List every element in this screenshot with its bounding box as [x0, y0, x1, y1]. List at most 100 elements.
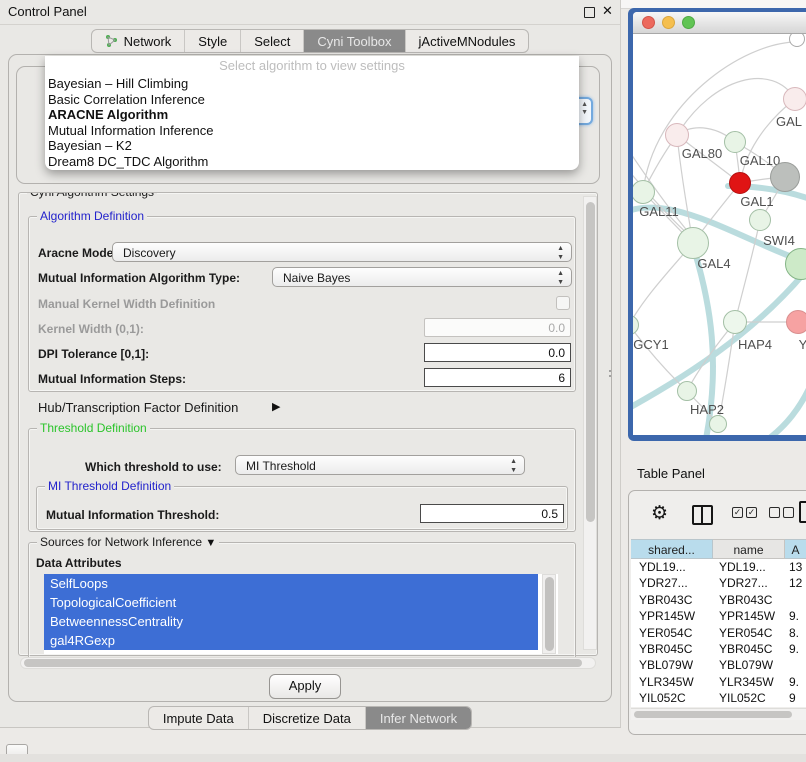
tab-select[interactable]: Select	[241, 30, 304, 52]
network-node-label: GAL4	[697, 256, 730, 271]
data-attribute-item[interactable]: BetweennessCentrality	[44, 612, 538, 631]
split-columns-icon[interactable]	[692, 505, 713, 525]
zoom-light-icon[interactable]	[682, 16, 695, 29]
tab-cyni-toolbox[interactable]: Cyni Toolbox	[304, 30, 405, 52]
scrollbar-thumb[interactable]	[24, 659, 582, 667]
select-all-checkboxes-icon[interactable]: ✓	[746, 507, 757, 518]
which-threshold-label: Which threshold to use:	[85, 460, 222, 474]
algorithm-option[interactable]: Mutual Information Inference	[45, 123, 579, 139]
network-node-gal[interactable]	[783, 87, 806, 111]
float-panel-icon[interactable]	[584, 7, 595, 18]
table-cell: YER054C	[631, 625, 713, 641]
table-cell: YBR045C	[713, 641, 785, 657]
network-node-y[interactable]	[786, 310, 806, 334]
mi-steps-input[interactable]	[424, 368, 571, 387]
settings-vertical-scrollbar[interactable]	[583, 196, 597, 650]
table-row[interactable]: YLR345WYLR345W9.	[631, 674, 806, 690]
network-node[interactable]	[770, 162, 800, 192]
data-attribute-item[interactable]: TopologicalCoefficient	[44, 593, 538, 612]
tab-jactivemnodules[interactable]: jActiveMNodules	[406, 30, 529, 52]
attributes-list-scrollbar[interactable]	[542, 574, 556, 654]
network-canvas[interactable]: GALGAL80GAL10GAL1GAL11SWI4GAL4GCY1HAP4YH…	[633, 34, 806, 435]
table-row[interactable]: YBR043CYBR043C	[631, 592, 806, 608]
dpi-tolerance-input[interactable]	[424, 343, 571, 362]
tab-style[interactable]: Style	[185, 30, 241, 52]
combo-arrows-icon: ▲▼	[581, 101, 588, 117]
apply-button[interactable]: Apply	[269, 674, 341, 699]
algorithm-option[interactable]: Dream8 DC_TDC Algorithm	[45, 154, 579, 170]
column-header[interactable]: name	[713, 539, 785, 559]
network-node-gal10[interactable]	[724, 131, 746, 153]
manual-kernel-width-checkbox[interactable]	[556, 296, 570, 310]
table-cell: 9.	[785, 674, 806, 690]
table-horizontal-scrollbar[interactable]	[631, 708, 806, 720]
table-row[interactable]: YDL19...YDL19...13	[631, 559, 806, 575]
network-node-gal4[interactable]	[677, 227, 709, 259]
scrollbar-thumb[interactable]	[634, 711, 792, 718]
control-panel-window: Control Panel ✕ NetworkStyleSelectCyni T…	[0, 0, 621, 728]
table-cell: YIL052C	[631, 690, 713, 706]
new-document-icon[interactable]	[799, 501, 806, 523]
table-panel-title: Table Panel	[637, 466, 705, 481]
tab-network[interactable]: Network	[92, 30, 186, 52]
bottom-band	[0, 754, 806, 762]
settings-horizontal-scrollbar[interactable]	[20, 657, 596, 669]
algorithm-option[interactable]: Bayesian – Hill Climbing	[45, 76, 579, 92]
kernel-width-input[interactable]	[424, 318, 571, 337]
expand-down-icon[interactable]: ▼	[205, 537, 216, 549]
which-threshold-select[interactable]: MI Threshold ▲▼	[235, 455, 525, 475]
panel-divider-grip[interactable]	[608, 369, 613, 378]
expand-right-icon[interactable]: ▶	[272, 400, 280, 413]
network-node-hap2[interactable]	[677, 381, 697, 401]
table-row[interactable]: YDR27...YDR27...12	[631, 575, 806, 591]
mi-algorithm-type-select[interactable]: Naive Bayes ▲▼	[272, 267, 572, 287]
table-row[interactable]: YIL052CYIL052C9	[631, 690, 806, 706]
aracne-mode-select[interactable]: Discovery ▲▼	[112, 242, 572, 262]
table-cell: YBR043C	[713, 592, 785, 608]
table-row[interactable]: YBL079WYBL079W	[631, 657, 806, 673]
which-threshold-value: MI Threshold	[246, 459, 316, 473]
tab-impute-data[interactable]: Impute Data	[149, 707, 249, 729]
network-window-titlebar[interactable]	[633, 12, 806, 34]
dpi-tolerance-label: DPI Tolerance [0,1]:	[38, 347, 149, 361]
tab-label: jActiveMNodules	[419, 34, 516, 49]
table-body[interactable]: YDL19...YDL19...13YDR27...YDR27...12YBR0…	[631, 559, 806, 707]
network-node-gal1[interactable]	[729, 172, 751, 194]
tab-infer-network[interactable]: Infer Network	[366, 707, 471, 729]
network-node-hap4[interactable]	[723, 310, 747, 334]
tab-discretize-data[interactable]: Discretize Data	[249, 707, 366, 729]
deselect-all-checkboxes-icon[interactable]	[769, 507, 780, 518]
mi-steps-label: Mutual Information Steps:	[38, 372, 186, 386]
column-header[interactable]: A	[785, 539, 806, 559]
deselect-all-checkboxes-icon[interactable]	[783, 507, 794, 518]
table-cell: YDL19...	[631, 559, 713, 575]
table-cell: 13	[785, 559, 806, 575]
table-cell: YBL079W	[713, 657, 785, 673]
minimize-light-icon[interactable]	[662, 16, 675, 29]
algorithm-option[interactable]: Bayesian – K2	[45, 138, 579, 154]
screen: Control Panel ✕ NetworkStyleSelectCyni T…	[0, 0, 806, 762]
network-node[interactable]	[709, 415, 727, 433]
algorithm-option[interactable]: ARACNE Algorithm	[45, 107, 579, 123]
scrollbar-thumb[interactable]	[545, 577, 554, 651]
table-cell: YPR145W	[713, 608, 785, 624]
table-row[interactable]: YER054CYER054C8.	[631, 625, 806, 641]
table-row[interactable]: YBR045CYBR045C9.	[631, 641, 806, 657]
mi-threshold-input[interactable]	[420, 504, 564, 523]
network-node-gal80[interactable]	[665, 123, 689, 147]
network-node-swi4[interactable]	[749, 209, 771, 231]
tab-label: Select	[254, 34, 290, 49]
data-attributes-list[interactable]: SelfLoopsTopologicalCoefficientBetweenne…	[44, 574, 558, 654]
select-all-checkboxes-icon[interactable]: ✓	[732, 507, 743, 518]
table-panel: ⚙ ✓ ✓ shared...nameA YDL19...YDL19...13Y…	[628, 490, 806, 735]
network-node-label: HAP4	[738, 337, 772, 352]
close-icon[interactable]: ✕	[602, 3, 613, 19]
table-row[interactable]: YPR145WYPR145W9.	[631, 608, 806, 624]
scrollbar-thumb[interactable]	[586, 202, 595, 522]
data-attribute-item[interactable]: gal4RGexp	[44, 631, 538, 650]
data-attribute-item[interactable]: SelfLoops	[44, 574, 538, 593]
close-light-icon[interactable]	[642, 16, 655, 29]
algorithm-option[interactable]: Basic Correlation Inference	[45, 92, 579, 108]
column-header[interactable]: shared...	[631, 539, 713, 559]
settings-gear-icon[interactable]: ⚙	[651, 502, 668, 525]
